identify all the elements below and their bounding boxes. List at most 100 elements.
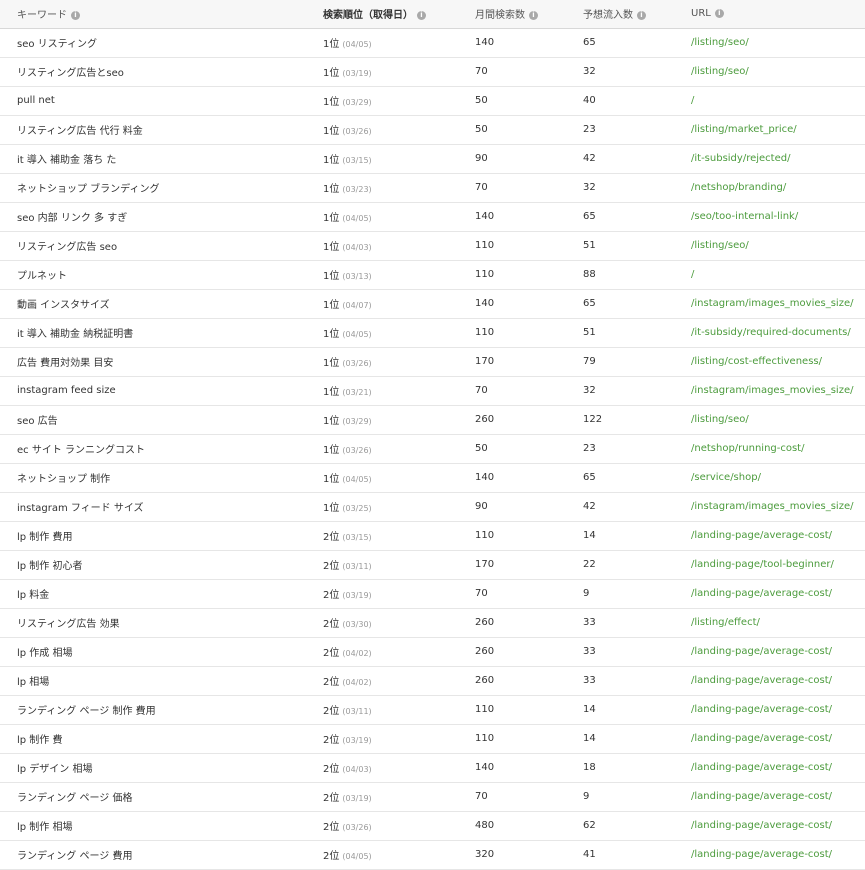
url-link[interactable]: /netshop/branding/ (691, 173, 865, 202)
rank-date: (04/05) (342, 475, 372, 484)
rank-value: 1位 (323, 503, 340, 514)
estimated-traffic-cell: 42 (583, 153, 596, 164)
header-estimated-traffic[interactable]: 予想流入数 i (583, 0, 691, 28)
rank-value: 2位 (323, 532, 340, 543)
table-row: 動画 インスタサイズ 1位 (04/07) 140 65 /instagram/i… (0, 289, 865, 318)
keyword-cell: リスティング広告 効果 (17, 619, 120, 630)
url-link[interactable]: / (691, 260, 865, 289)
info-icon[interactable]: i (637, 11, 646, 21)
rank-date: (03/19) (342, 591, 372, 600)
rank-date: (04/02) (342, 649, 372, 658)
rank-value: 2位 (323, 822, 340, 833)
rank-date: (03/26) (342, 823, 372, 832)
estimated-traffic-cell: 40 (583, 95, 596, 106)
rank-date: (03/29) (342, 417, 372, 426)
url-link[interactable]: /landing-page/average-cost/ (691, 811, 865, 840)
url-link[interactable]: /landing-page/average-cost/ (691, 695, 865, 724)
header-url[interactable]: URL i (691, 0, 865, 28)
url-link[interactable]: /listing/seo/ (691, 405, 865, 434)
rank-date: (03/15) (342, 533, 372, 542)
info-icon[interactable]: i (529, 11, 538, 21)
keyword-cell: 動画 インスタサイズ (17, 300, 110, 311)
rank-value: 2位 (323, 561, 340, 572)
monthly-searches-cell: 320 (475, 849, 495, 860)
monthly-searches-cell: 70 (475, 791, 488, 802)
rank-value: 2位 (323, 764, 340, 775)
table-row: ランディング ページ 価格 2位 (03/19) 70 9 /landing-pa… (0, 782, 865, 811)
url-link[interactable]: /landing-page/average-cost/ (691, 724, 865, 753)
url-link[interactable]: /netshop/running-cost/ (691, 434, 865, 463)
url-link[interactable]: /listing/seo/ (691, 28, 865, 57)
table-row: ネットショップ 制作 1位 (04/05) 140 65 /service/sho… (0, 463, 865, 492)
url-link[interactable]: / (691, 86, 865, 115)
keyword-cell: プルネット (17, 271, 67, 282)
keyword-cell: instagram feed size (17, 385, 116, 396)
monthly-searches-cell: 480 (475, 820, 495, 831)
monthly-searches-cell: 90 (475, 153, 488, 164)
url-link[interactable]: /landing-page/average-cost/ (691, 666, 865, 695)
url-link[interactable]: /landing-page/average-cost/ (691, 521, 865, 550)
url-link[interactable]: /listing/market_price/ (691, 115, 865, 144)
url-link[interactable]: /service/shop/ (691, 463, 865, 492)
estimated-traffic-cell: 14 (583, 733, 596, 744)
header-monthly-searches[interactable]: 月間検索数 i (475, 0, 583, 28)
estimated-traffic-cell: 14 (583, 704, 596, 715)
url-link[interactable]: /listing/cost-effectiveness/ (691, 347, 865, 376)
rank-date: (03/26) (342, 359, 372, 368)
table-row: instagram feed size 1位 (03/21) 70 32 /ins… (0, 376, 865, 405)
keyword-cell: lp 相場 (17, 677, 50, 688)
rank-date: (03/15) (342, 156, 372, 165)
monthly-searches-cell: 110 (475, 327, 495, 338)
monthly-searches-cell: 110 (475, 733, 495, 744)
estimated-traffic-cell: 32 (583, 385, 596, 396)
url-link[interactable]: /it-subsidy/required-documents/ (691, 318, 865, 347)
rank-date: (04/02) (342, 678, 372, 687)
info-icon[interactable]: i (714, 9, 724, 19)
url-link[interactable]: /landing-page/average-cost/ (691, 840, 865, 869)
rank-value: 1位 (323, 242, 340, 253)
url-link[interactable]: /it-subsidy/rejected/ (691, 144, 865, 173)
rank-cell: 1位 (03/29) (323, 405, 475, 434)
rank-date: (03/30) (342, 620, 372, 629)
keyword-cell: seo リスティング (17, 39, 98, 50)
url-link[interactable]: /landing-page/average-cost/ (691, 782, 865, 811)
info-icon[interactable]: i (417, 11, 426, 21)
keyword-cell: lp 制作 費 (17, 735, 63, 746)
url-link[interactable]: /listing/seo/ (691, 57, 865, 86)
rank-cell: 1位 (04/03) (323, 231, 475, 260)
url-link[interactable]: /landing-page/average-cost/ (691, 579, 865, 608)
url-link[interactable]: /listing/effect/ (691, 608, 865, 637)
table-row: lp 制作 費用 2位 (03/15) 110 14 /landing-page/… (0, 521, 865, 550)
url-link[interactable]: /instagram/images_movies_size/ (691, 492, 865, 521)
rank-cell: 1位 (03/29) (323, 86, 475, 115)
estimated-traffic-cell: 33 (583, 675, 596, 686)
rank-date: (04/03) (342, 765, 372, 774)
url-link[interactable]: /seo/too-internal-link/ (691, 202, 865, 231)
table-row: 広告 費用対効果 目安 1位 (03/26) 170 79 /listing/co… (0, 347, 865, 376)
rank-cell: 2位 (03/19) (323, 782, 475, 811)
rank-date: (03/29) (342, 98, 372, 107)
url-link[interactable]: /landing-page/average-cost/ (691, 753, 865, 782)
url-link[interactable]: /instagram/images_movies_size/ (691, 289, 865, 318)
rank-cell: 1位 (04/05) (323, 202, 475, 231)
url-link[interactable]: /landing-page/average-cost/ (691, 637, 865, 666)
info-icon[interactable]: i (71, 11, 80, 21)
monthly-searches-cell: 50 (475, 443, 488, 454)
rank-value: 1位 (323, 155, 340, 166)
header-keyword[interactable]: キーワード i (0, 0, 323, 28)
url-link[interactable]: /instagram/images_movies_size/ (691, 376, 865, 405)
rank-cell: 2位 (04/03) (323, 753, 475, 782)
table-row: ネットショップ ブランディング 1位 (03/23) 70 32 /netshop… (0, 173, 865, 202)
rank-cell: 1位 (04/05) (323, 28, 475, 57)
url-link[interactable]: /listing/seo/ (691, 231, 865, 260)
monthly-searches-cell: 260 (475, 617, 495, 628)
url-link[interactable]: /landing-page/tool-beginner/ (691, 550, 865, 579)
estimated-traffic-cell: 9 (583, 791, 590, 802)
monthly-searches-cell: 70 (475, 66, 488, 77)
table-row: lp 作成 相場 2位 (04/02) 260 33 /landing-page/… (0, 637, 865, 666)
monthly-searches-cell: 50 (475, 95, 488, 106)
monthly-searches-cell: 110 (475, 530, 495, 541)
rank-cell: 2位 (03/19) (323, 579, 475, 608)
header-rank[interactable]: 検索順位（取得日） i (323, 0, 475, 28)
rank-value: 2位 (323, 677, 340, 688)
